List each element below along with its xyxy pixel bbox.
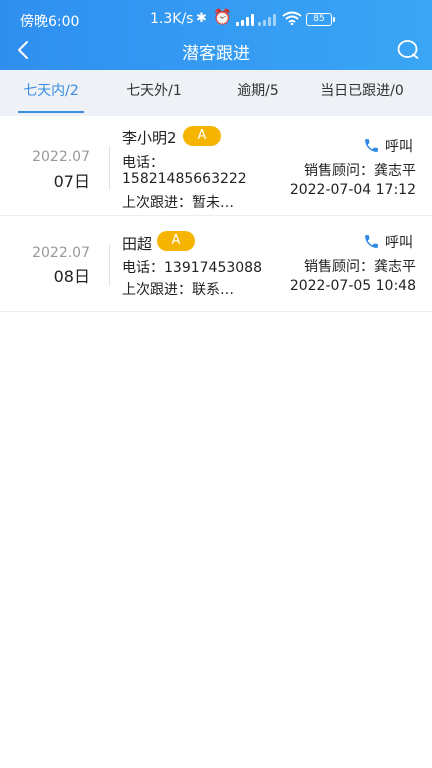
bluetooth-icon: ✱ [196,11,207,26]
tab-label: 当日已跟进/0 [320,83,404,99]
phone-icon [365,235,378,248]
level-badge: A [183,126,221,146]
phone-label: 电话： [122,155,164,171]
list-item[interactable]: 2022.07 08日 田超 A 电话：13917453088 上次跟进：联系…… [0,216,432,312]
tab-followed-today[interactable]: 当日已跟进/0 [310,70,414,116]
alarm-icon: ⏰ [213,8,232,26]
tab-label: 逾期/5 [237,83,279,99]
phone-number: 电话：13917453088 [122,260,262,276]
tab-label: 七天外/1 [126,83,182,99]
record-year-month: 2022.07 [32,245,90,261]
tab-active-indicator [18,111,84,113]
record-year-month: 2022.07 [32,149,90,165]
call-label: 呼叫 [385,139,413,155]
call-button[interactable]: 呼叫 [363,232,423,252]
level-badge: A [157,231,195,251]
tab-within-seven-days[interactable]: 七天内/2 [18,70,84,116]
signal-icon [236,14,258,26]
divider [109,146,110,190]
status-time: 傍晚6:00 [20,14,80,30]
page-title: 潜客跟进 [182,44,250,64]
list-item[interactable]: 2022.07 07日 李小明2 A 电话： 15821485663222 上次… [0,120,432,216]
status-bar: 傍晚6:00 1.3K/s ✱ ⏰ 85 [0,0,432,38]
battery-icon: 85 [306,13,335,26]
record-day: 07日 [53,172,90,191]
tab-label: 七天内/2 [23,83,79,99]
header: 傍晚6:00 1.3K/s ✱ ⏰ 85 潜客跟进 [0,0,432,70]
customer-name: 李小明2 [122,129,177,147]
tab-bar: 七天内/2 七天外/1 逾期/5 当日已跟进/0 [0,70,432,116]
divider [109,244,110,286]
phone-icon [365,139,378,152]
wifi-icon [282,11,302,25]
search-icon[interactable] [396,38,420,62]
tab-beyond-seven-days[interactable]: 七天外/1 [118,70,190,116]
sales-consultant: 销售顾问：龚志平 [304,259,416,275]
follow-up-datetime: 2022-07-05 10:48 [289,278,416,294]
last-follow-up: 上次跟进：暂未… [122,195,234,211]
signal-icon-secondary [258,14,280,26]
network-speed: 1.3K/s [150,11,194,27]
tab-overdue[interactable]: 逾期/5 [228,70,288,116]
follow-up-datetime: 2022-07-04 17:12 [289,182,416,198]
sales-consultant: 销售顾问：龚志平 [304,163,416,179]
call-label: 呼叫 [385,235,413,251]
call-button[interactable]: 呼叫 [363,136,423,156]
phone-number: 15821485663222 [122,171,247,187]
record-day: 08日 [53,267,90,286]
last-follow-up: 上次跟进：联系… [122,282,234,298]
customer-name: 田超 [122,235,153,253]
